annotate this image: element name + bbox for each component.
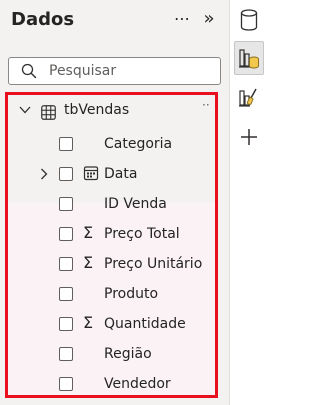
format-brush-icon <box>239 88 257 107</box>
sigma-icon: Σ <box>83 253 94 272</box>
pane-title: Dados <box>11 9 75 30</box>
field-checkbox[interactable] <box>59 137 73 151</box>
field-checkbox[interactable] <box>59 227 73 241</box>
search-box <box>8 57 221 85</box>
search-input[interactable] <box>49 61 214 81</box>
field-label: Preço Unitário <box>104 256 203 272</box>
sigma-icon: Σ <box>83 313 94 332</box>
field-row[interactable]: Produto <box>8 279 215 309</box>
field-row[interactable]: Σ Preço Total <box>8 219 215 249</box>
field-checkbox[interactable] <box>59 197 73 211</box>
field-checkbox[interactable] <box>59 347 73 361</box>
sigma-icon: Σ <box>83 223 94 242</box>
field-label: Preço Total <box>104 226 180 242</box>
table-icon <box>41 105 56 120</box>
field-row[interactable]: Σ Preço Unitário <box>8 249 215 279</box>
right-rail <box>229 0 267 405</box>
field-label: Data <box>104 166 138 182</box>
field-row[interactable]: ID Venda <box>8 189 215 219</box>
field-label: Região <box>104 346 152 362</box>
data-pane-button[interactable] <box>234 3 264 37</box>
chevron-right-icon[interactable] <box>40 168 48 180</box>
field-label: ID Venda <box>104 196 167 212</box>
table-tbvendas: tbVendas ·· Categoria Data ID Venda Σ Pr… <box>5 92 218 398</box>
field-row[interactable]: Categoria <box>8 129 215 159</box>
add-icon <box>241 129 257 145</box>
build-visual-icon <box>239 49 259 69</box>
field-label: Produto <box>104 286 159 302</box>
collapse-pane-button[interactable]: » <box>198 8 220 30</box>
add-button[interactable] <box>234 120 264 154</box>
field-label: Categoria <box>104 136 173 152</box>
field-label: Vendedor <box>104 376 171 392</box>
field-row[interactable]: Região <box>8 339 215 369</box>
field-row[interactable]: Data <box>8 159 215 189</box>
table-more-options[interactable]: ·· <box>202 98 210 112</box>
more-options-button[interactable]: ⋯ <box>171 8 193 30</box>
data-pane: Dados ⋯ » tbVendas ·· Categoria <box>0 0 229 405</box>
data-icon <box>240 9 258 31</box>
table-header[interactable]: tbVendas ·· <box>8 95 215 125</box>
field-row[interactable]: Vendedor <box>8 369 215 399</box>
field-row[interactable]: Σ Quantidade <box>8 309 215 339</box>
build-visual-button[interactable] <box>234 41 264 75</box>
format-visual-button[interactable] <box>234 82 264 116</box>
calendar-icon <box>83 166 99 181</box>
table-name: tbVendas <box>64 102 130 118</box>
field-checkbox[interactable] <box>59 317 73 331</box>
field-checkbox[interactable] <box>59 257 73 271</box>
field-label: Quantidade <box>104 316 186 332</box>
chevron-down-icon[interactable] <box>19 105 31 115</box>
field-checkbox[interactable] <box>59 287 73 301</box>
field-checkbox[interactable] <box>59 377 73 391</box>
search-icon <box>21 63 37 79</box>
field-checkbox[interactable] <box>59 167 73 181</box>
